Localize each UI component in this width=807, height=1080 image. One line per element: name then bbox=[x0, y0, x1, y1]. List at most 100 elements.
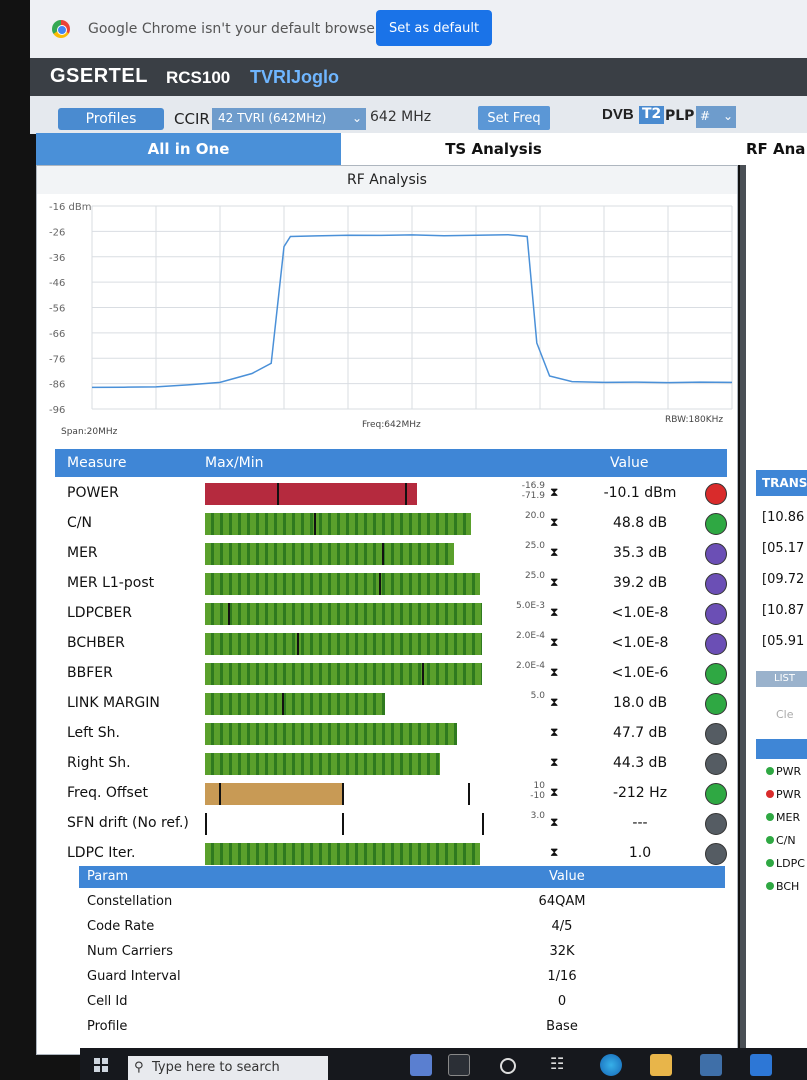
threshold: 25.0 bbox=[495, 571, 545, 581]
set-freq-button[interactable]: Set Freq bbox=[478, 106, 550, 130]
mail-icon[interactable] bbox=[750, 1054, 772, 1076]
y-tick-label: -66 bbox=[49, 329, 65, 340]
maxmin-marker bbox=[342, 813, 344, 835]
maxmin-marker bbox=[297, 633, 299, 655]
hourglass-icon[interactable]: ⧗ bbox=[550, 485, 558, 500]
measure-value: -212 Hz bbox=[612, 785, 668, 801]
maxmin-marker bbox=[342, 783, 344, 805]
hourglass-icon[interactable]: ⧗ bbox=[550, 725, 558, 740]
tab-ts-analysis[interactable]: TS Analysis bbox=[341, 133, 646, 165]
hourglass-icon[interactable]: ⧗ bbox=[550, 845, 558, 860]
span-label: Span:20MHz bbox=[61, 427, 118, 437]
threshold: 3.0 bbox=[495, 811, 545, 821]
hourglass-icon[interactable]: ⧗ bbox=[550, 545, 558, 560]
default-browser-infobar: Google Chrome isn't your default browser… bbox=[30, 0, 807, 58]
measure-bar-fill bbox=[205, 573, 480, 595]
brand-logo: GSERTEL bbox=[50, 65, 148, 87]
maxmin-marker bbox=[219, 783, 221, 805]
measure-name: BCHBER bbox=[67, 635, 125, 651]
legend-item: BCH bbox=[766, 880, 799, 893]
legend-label: PWR bbox=[776, 765, 802, 778]
legend-label: MER bbox=[776, 811, 801, 824]
frequency-value: 642 MHz bbox=[370, 109, 432, 125]
measure-bar-fill bbox=[205, 663, 482, 685]
measure-name: Right Sh. bbox=[67, 755, 131, 771]
chrome-logo-icon bbox=[52, 20, 70, 38]
status-led bbox=[705, 633, 727, 655]
measure-table-header: Measure Max/Min Value bbox=[55, 449, 727, 477]
hourglass-icon[interactable]: ⧗ bbox=[550, 785, 558, 800]
tab-rf-analysis[interactable]: RF Ana bbox=[646, 133, 807, 165]
measure-name: LDPC Iter. bbox=[67, 845, 136, 861]
measure-bar bbox=[205, 693, 491, 715]
task-view-icon[interactable]: ☷ bbox=[550, 1054, 572, 1076]
spectrum-chart: -16 dBm -26 -36 -46 -56 -66 -76 -86 -96 Span:20MH… bbox=[47, 194, 737, 444]
maxmin-marker bbox=[422, 663, 424, 685]
trans-item: [05.91 bbox=[762, 634, 805, 649]
measure-value: <1.0E-8 bbox=[611, 605, 669, 621]
taskbar-search-input[interactable]: ⚲ Type here to search bbox=[128, 1056, 328, 1080]
y-tick-label: -46 bbox=[49, 278, 65, 289]
spectrum-svg: -16 dBm -26 -36 -46 -56 -66 -76 -86 -96 Span:20MH… bbox=[49, 202, 733, 437]
legend-label: BCH bbox=[776, 880, 800, 893]
measure-bar bbox=[205, 543, 491, 565]
measure-row: LDPC Iter. ⧗ 1.0 bbox=[55, 839, 727, 869]
cortana-icon[interactable] bbox=[500, 1058, 516, 1074]
measure-value: 39.2 dB bbox=[612, 575, 668, 591]
measure-bar-fill bbox=[205, 693, 385, 715]
param-name: Code Rate bbox=[87, 919, 155, 934]
threshold: 25.0 bbox=[495, 541, 545, 551]
file-explorer-icon[interactable] bbox=[650, 1054, 672, 1076]
maxmin-marker bbox=[282, 693, 284, 715]
hourglass-icon[interactable]: ⧗ bbox=[550, 755, 558, 770]
param-row: Num Carriers 32K bbox=[87, 941, 707, 966]
measure-name: POWER bbox=[67, 485, 119, 501]
edge-icon[interactable] bbox=[600, 1054, 622, 1076]
measure-name: Left Sh. bbox=[67, 725, 120, 741]
status-led bbox=[705, 723, 727, 745]
maxmin-marker bbox=[405, 483, 407, 505]
measure-bar-fill bbox=[205, 483, 417, 505]
hourglass-icon[interactable]: ⧗ bbox=[550, 815, 558, 830]
plp-select-value: # bbox=[700, 109, 711, 123]
hourglass-icon[interactable]: ⧗ bbox=[550, 605, 558, 620]
threshold-max: 5.0E-3 bbox=[516, 601, 545, 611]
maxmin-marker bbox=[205, 813, 207, 835]
plp-select[interactable]: # ⌄ bbox=[696, 106, 736, 128]
legend-item: C/N bbox=[766, 834, 796, 847]
measure-bar bbox=[205, 633, 491, 655]
channel-select[interactable]: 42 TVRI (642MHz) ⌄ bbox=[212, 108, 366, 130]
plp-label: PLP bbox=[665, 108, 695, 124]
y-tick-label: -86 bbox=[49, 380, 65, 391]
threshold-max: 20.0 bbox=[524, 511, 545, 521]
clear-button[interactable]: Cle bbox=[776, 708, 794, 721]
measure-row: C/N 20.0 ⧗ 48.8 dB bbox=[55, 509, 727, 539]
tab-all-in-one[interactable]: All in One bbox=[36, 133, 341, 165]
set-as-default-button[interactable]: Set as default bbox=[376, 10, 492, 46]
hourglass-icon[interactable]: ⧗ bbox=[550, 575, 558, 590]
maxmin-marker bbox=[482, 813, 484, 835]
legend-dot-icon bbox=[766, 767, 774, 775]
measure-value: 35.3 dB bbox=[612, 545, 668, 561]
hourglass-icon[interactable]: ⧗ bbox=[550, 515, 558, 530]
status-led bbox=[705, 663, 727, 685]
measure-bar-fill bbox=[205, 513, 471, 535]
list-button[interactable]: LIST bbox=[756, 671, 807, 687]
hourglass-icon[interactable]: ⧗ bbox=[550, 695, 558, 710]
measure-bar bbox=[205, 663, 491, 685]
app-icon[interactable] bbox=[448, 1054, 470, 1076]
measure-bar-fill bbox=[205, 543, 454, 565]
hourglass-icon[interactable]: ⧗ bbox=[550, 665, 558, 680]
maxmin-marker bbox=[468, 783, 470, 805]
hourglass-icon[interactable]: ⧗ bbox=[550, 635, 558, 650]
threshold: 20.0 bbox=[495, 511, 545, 521]
y-tick-label: -76 bbox=[49, 354, 65, 365]
app-icon[interactable] bbox=[410, 1054, 432, 1076]
measure-value: <1.0E-8 bbox=[611, 635, 669, 651]
profiles-button[interactable]: Profiles bbox=[58, 108, 164, 130]
windows-start-icon[interactable] bbox=[94, 1058, 108, 1072]
trans-item: [05.17 bbox=[762, 541, 805, 556]
legend-item: MER bbox=[766, 811, 800, 824]
app-header: GSERTEL RCS100 TVRIJoglo bbox=[30, 58, 807, 96]
store-icon[interactable] bbox=[700, 1054, 722, 1076]
